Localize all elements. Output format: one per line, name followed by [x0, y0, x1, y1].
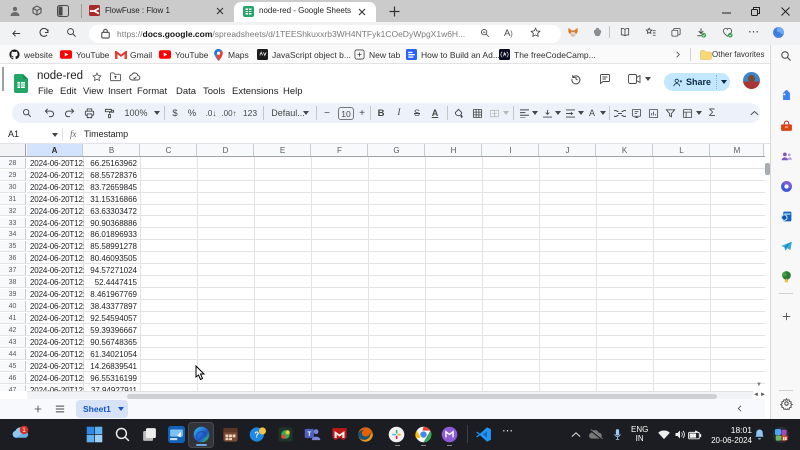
svg-text:T: T — [307, 431, 311, 438]
svg-text:?: ? — [254, 430, 259, 439]
svg-text:▮▮: ▮▮ — [783, 437, 787, 441]
svg-text:1: 1 — [22, 427, 26, 434]
